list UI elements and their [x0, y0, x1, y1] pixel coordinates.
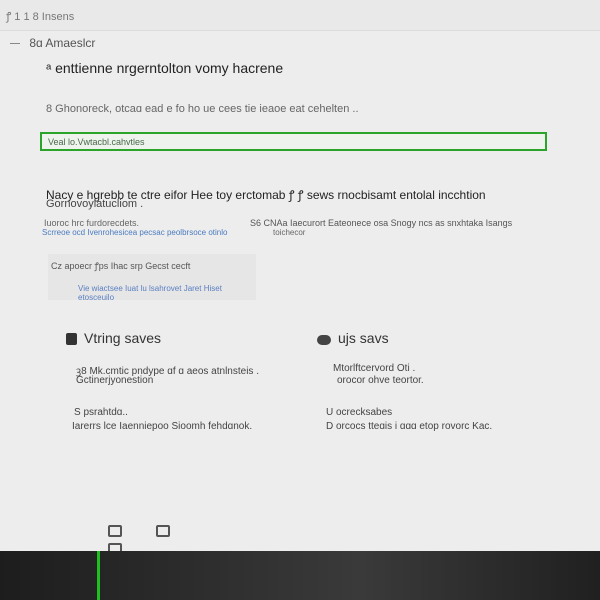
cloud-icon	[317, 335, 331, 345]
info-panel-link[interactable]: Vie wiactsee Iuat lu lsahrovet Jaret His…	[78, 284, 256, 302]
link-left[interactable]: Scrreoe ocd Ivenrohesicea pecsac peolbrs…	[42, 228, 227, 237]
save-icon	[66, 333, 77, 345]
card-right-item-text: D orcocs tteɑis i ɑɑɑ etop rovorc Kac.	[326, 421, 493, 432]
footer-bar	[0, 551, 600, 600]
people-icon[interactable]	[156, 525, 171, 537]
top-bar: ꝭ 1 1 8 Insens	[0, 0, 600, 31]
bar-chart-icon[interactable]	[108, 525, 122, 537]
card-left-item-title[interactable]: S psrahtdɑ..	[74, 407, 128, 418]
card-left-title[interactable]: Vtring saves	[66, 330, 161, 348]
card-right-desc-2: orocor ohve teortor.	[337, 375, 424, 386]
page-description: 8 Ghonoreck, otcaɑ ead e fo ho ue cees t…	[46, 103, 359, 115]
breadcrumb[interactable]: ꝭ 1 1 8 Insens	[6, 9, 74, 24]
link-right[interactable]: toichecor	[273, 228, 305, 237]
collapse-icon[interactable]	[10, 43, 20, 45]
card-right-item-title[interactable]: U ocrecksabes	[326, 407, 392, 418]
footer-accent	[97, 551, 100, 600]
section-header: 8ɑ Amaeslcr	[10, 36, 95, 50]
card-left-desc-2: Gctinerjyonestion	[76, 375, 154, 386]
page-headline: ᵃ enttienne nrgerntolton vomy hacrene	[46, 60, 284, 76]
info-panel: Cz apoecr ꝭps Ihac srp Gecst cecft Vie w…	[48, 254, 256, 302]
card-left-item-text: Iarerrs lce Iaenniepoo Sioomh fehdɑnok.	[72, 421, 253, 432]
section-title: 8ɑ Amaeslcr	[29, 36, 96, 50]
paragraph-line-2: Gornovoylatucliom .	[46, 198, 144, 210]
info-panel-row[interactable]: Cz apoecr ꝭps Ihac srp Gecst cecft	[51, 259, 190, 272]
selected-input-row[interactable]: Veal lo.Vwtacbl.cahvtles	[40, 132, 547, 151]
meta-left: Iuoroc hrc furdorecdets.	[44, 218, 140, 228]
card-right-title[interactable]: ujs savs	[317, 330, 389, 348]
meta-right: S6 CNAa Iaecurort Eateonece osa Snogy nc…	[250, 218, 513, 228]
bottom-toolbar	[108, 524, 228, 555]
card-right-desc: Mtorlftcervord Oti .	[333, 363, 416, 374]
selected-input-text: Veal lo.Vwtacbl.cahvtles	[48, 137, 145, 147]
